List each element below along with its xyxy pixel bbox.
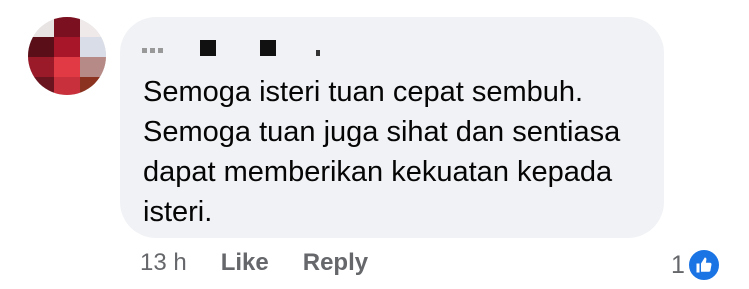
- comment-actions: 13 h Like Reply: [140, 249, 402, 277]
- reaction-count: 1: [671, 250, 685, 279]
- reaction-summary[interactable]: 1: [671, 248, 721, 282]
- reply-button[interactable]: Reply: [303, 249, 368, 277]
- author-name-redacted[interactable]: [140, 34, 340, 58]
- thumbs-up-icon: [686, 248, 721, 282]
- comment-timestamp[interactable]: 13 h: [140, 249, 187, 277]
- comment-text: Semoga isteri tuan cepat sembuh. Semoga …: [143, 72, 653, 232]
- comment-text-content: Semoga isteri tuan cepat sembuh. Semoga …: [143, 76, 621, 228]
- like-button[interactable]: Like: [221, 249, 269, 277]
- avatar[interactable]: [28, 17, 106, 95]
- avatar-pixelated-image: [28, 17, 106, 95]
